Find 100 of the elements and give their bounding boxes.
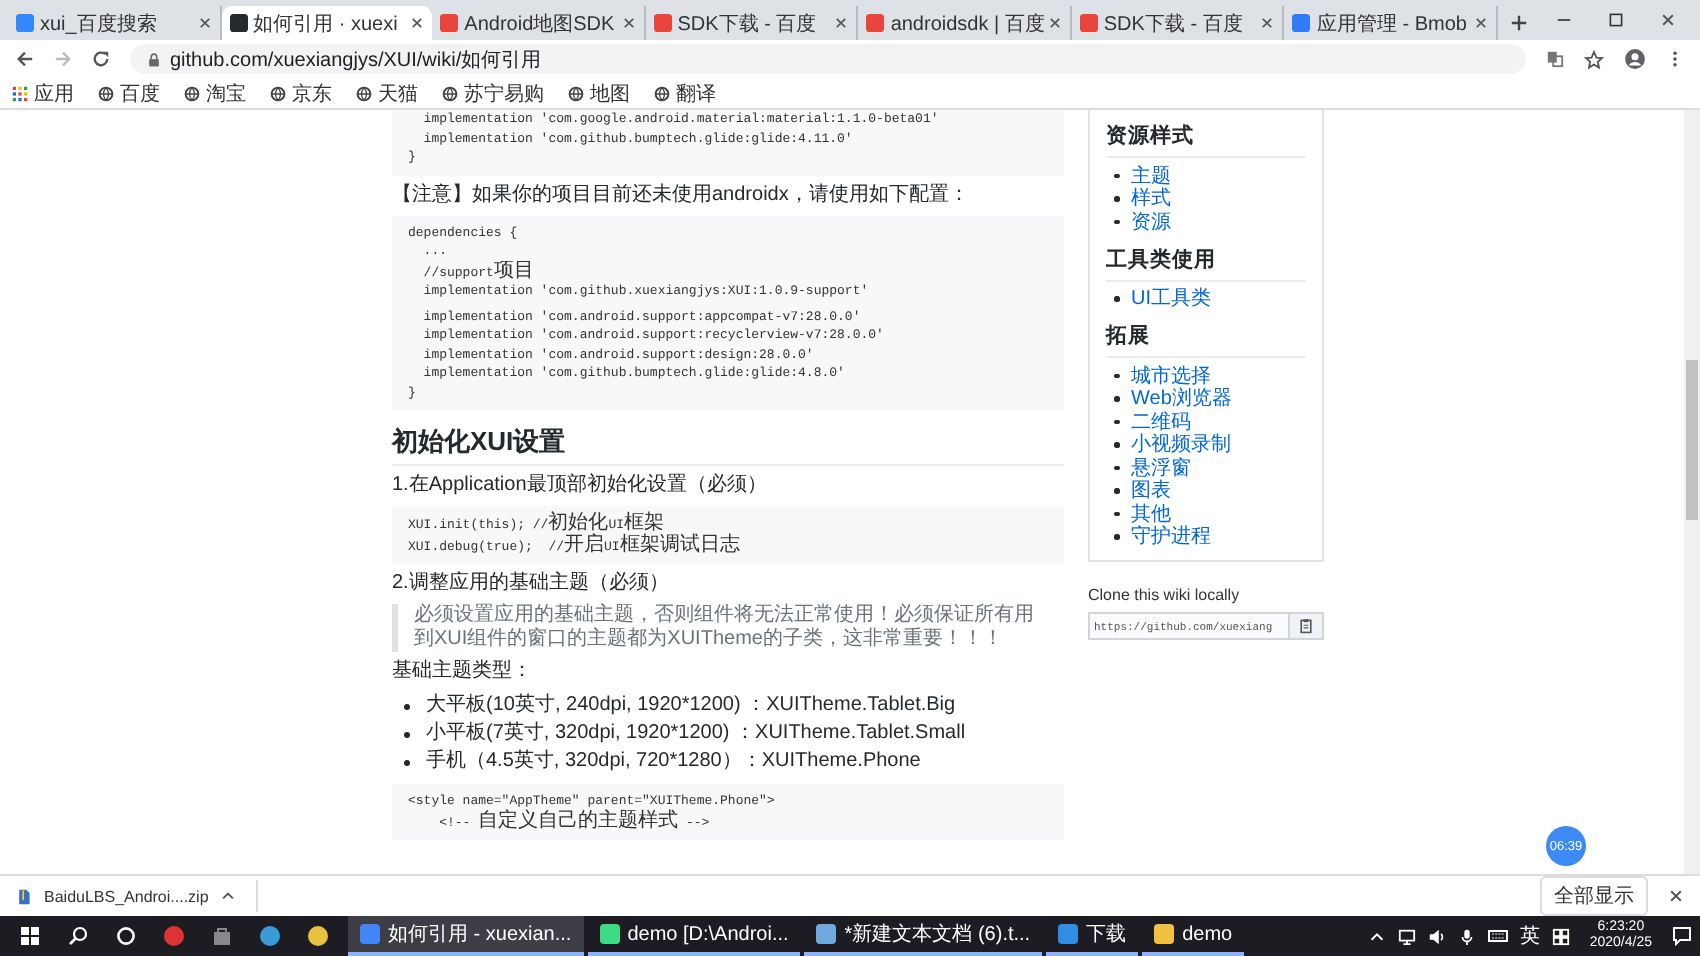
new-tab-icon[interactable] (1510, 14, 1529, 32)
bookmark[interactable]: 地图 (568, 79, 630, 107)
windows-start-icon[interactable] (20, 926, 40, 946)
apps-grid-icon (12, 85, 28, 101)
site-icon (229, 14, 248, 32)
paragraph-text: 2.调整应用的基础主题（必须） (392, 572, 671, 596)
browser-tab[interactable]: 如何引用 · xuexi (221, 6, 433, 40)
bookmark[interactable]: 天猫 (356, 79, 418, 107)
back-arrow-icon[interactable] (16, 50, 34, 68)
bullet (404, 703, 410, 709)
chevron-up-icon[interactable] (220, 888, 237, 904)
copy-button[interactable] (1290, 612, 1324, 640)
tab-title: 应用管理 - Bmob (1316, 11, 1469, 37)
close-icon[interactable] (1474, 16, 1489, 30)
show-all-button[interactable]: 全部显示 (1540, 876, 1648, 916)
speaker-icon[interactable] (1427, 927, 1446, 945)
app-icon[interactable] (260, 926, 280, 946)
sidebar-heading: 工具类使用 (1106, 233, 1306, 281)
close-icon[interactable] (1047, 16, 1062, 30)
site-icon (866, 14, 885, 32)
app-icon (599, 924, 620, 944)
sidebar-link[interactable]: 城市选择 (1131, 361, 1211, 390)
site-icon (653, 14, 672, 32)
site-icon (1079, 14, 1098, 32)
bullet (1114, 373, 1119, 378)
bullet (1114, 534, 1119, 539)
profile-icon[interactable] (1624, 48, 1646, 70)
sidebar-link[interactable]: 其他 (1131, 499, 1171, 528)
taskbar-label: demo (1182, 923, 1233, 945)
sidebar-link[interactable]: 守护进程 (1131, 522, 1211, 551)
bullet (1114, 511, 1119, 516)
scrollbar[interactable] (1684, 110, 1700, 874)
translate-icon[interactable] (1546, 50, 1564, 68)
tab-title: 如何引用 · xuexi (253, 11, 400, 37)
taskbar-item[interactable]: demo [D:\Androi... (587, 916, 801, 956)
list-item-text: 手机（4.5英寸, 320dpi, 720*1280）：XUITheme.Phone (426, 748, 921, 776)
bullet (1114, 465, 1119, 470)
clone-title: Clone this wiki locally (1088, 586, 1242, 604)
close-icon[interactable] (410, 16, 425, 30)
input-method-indicator[interactable]: 英 (1519, 922, 1540, 950)
sidebar-link[interactable]: UI工具类 (1131, 284, 1211, 313)
sidebar-link[interactable]: 小视频录制 (1131, 430, 1231, 459)
globe-icon (654, 85, 670, 101)
taskbar-item[interactable]: demo (1142, 916, 1245, 956)
reload-icon[interactable] (92, 50, 110, 68)
sidebar-link[interactable]: 样式 (1131, 184, 1171, 213)
download-item[interactable]: BaiduLBS_Androi....zip (16, 880, 259, 912)
chevron-up-icon[interactable] (1367, 927, 1386, 945)
sidebar-link[interactable]: 资源 (1131, 207, 1171, 236)
tab-title: Android地图SDK (464, 11, 616, 37)
close-icon[interactable] (197, 16, 212, 30)
close-icon[interactable] (834, 16, 849, 30)
search-icon[interactable] (68, 926, 88, 946)
note-quote: 必须设置应用的基础主题，否则组件将无法正常使用！必须保证所有用到XUI组件的窗口的主题都为XUITheme的子类，这非常重要！！！ (392, 604, 1064, 652)
sidebar-link[interactable]: 主题 (1131, 161, 1171, 190)
bullet (1114, 296, 1119, 301)
notification-icon[interactable] (1672, 926, 1692, 946)
sidebar-link[interactable]: 二维码 (1131, 407, 1191, 436)
bookmark[interactable]: 京东 (270, 79, 332, 107)
globe-icon (270, 85, 286, 101)
taskbar-label: 下载 (1086, 921, 1127, 948)
taskbar-item[interactable]: 如何引用 - xuexian... (348, 916, 584, 956)
site-icon (1292, 14, 1311, 32)
sidebar-link[interactable]: 图表 (1131, 476, 1171, 505)
taskbar-item[interactable]: 下载 (1046, 916, 1139, 956)
star-icon[interactable] (1584, 49, 1604, 69)
address-bar[interactable]: github.com/xuexiangjys/XUI/wiki/如何引用 (130, 44, 1526, 74)
sidebar-link[interactable]: Web浏览器 (1131, 384, 1232, 413)
scrollbar-thumb[interactable] (1686, 360, 1698, 520)
bookmark[interactable]: 翻译 (654, 79, 716, 107)
bullet (1114, 488, 1119, 493)
file-name: BaiduLBS_Androi....zip (44, 887, 209, 905)
site-icon (16, 14, 34, 32)
task-view-icon[interactable] (116, 926, 136, 946)
bookmark[interactable]: 苏宁易购 (442, 79, 544, 107)
paragraph-text: 【注意】如果你的项目目前还未使用androidx，请使用如下配置： (392, 183, 971, 207)
app-icon[interactable] (308, 926, 328, 946)
app-icon (1058, 924, 1079, 944)
keyboard-icon[interactable] (1487, 926, 1508, 946)
close-icon[interactable] (1660, 12, 1677, 28)
lock-icon (146, 51, 162, 67)
tab-title: xui_百度搜索 (40, 11, 159, 37)
bookmark[interactable]: 淘宝 (184, 79, 246, 107)
sidebar-heading: 拓展 (1106, 310, 1306, 358)
close-icon[interactable] (1668, 888, 1684, 904)
taskbar-item[interactable]: *新建文本文档 (6).t... (804, 916, 1043, 956)
globe-icon (98, 85, 114, 101)
close-icon[interactable] (1260, 16, 1275, 30)
bookmark[interactable]: 应用 (12, 79, 74, 107)
bullet (404, 759, 410, 765)
tab-title: SDK下载 - 百度 (677, 11, 819, 37)
sidebar-link[interactable]: 悬浮窗 (1131, 453, 1191, 482)
bookmark[interactable]: 百度 (98, 79, 160, 107)
store-icon[interactable] (212, 926, 232, 946)
maximize-icon[interactable] (1608, 12, 1625, 28)
microphone-icon[interactable] (1457, 927, 1476, 945)
grid-icon[interactable] (1551, 927, 1570, 945)
bullet (1114, 196, 1119, 201)
close-icon[interactable] (621, 16, 636, 30)
monitor-icon[interactable] (1397, 927, 1416, 945)
